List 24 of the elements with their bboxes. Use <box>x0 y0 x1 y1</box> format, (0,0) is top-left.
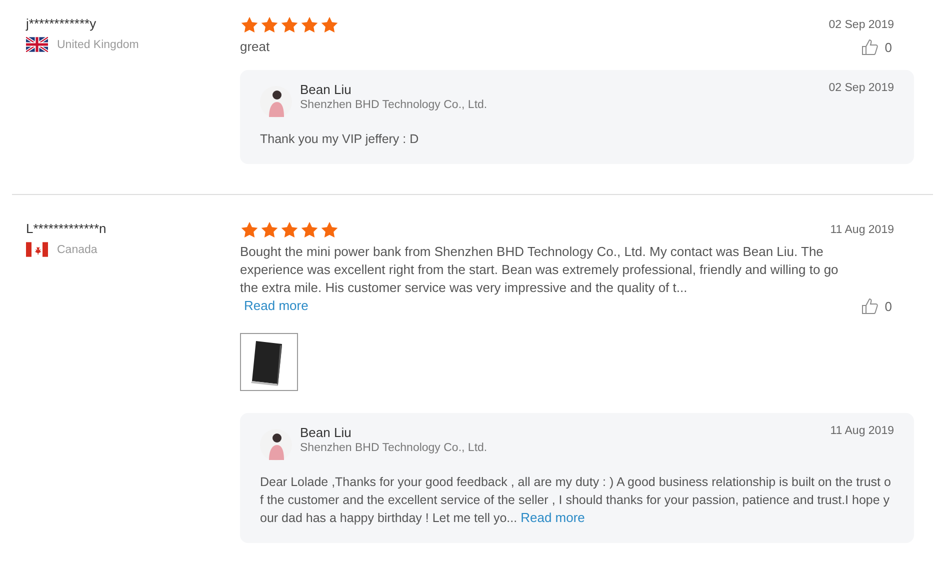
read-more-link[interactable]: Read more <box>520 510 585 525</box>
country-name: United Kingdom <box>57 38 139 50</box>
company-name: Shenzhen BHD Technology Co., Ltd. <box>300 99 488 111</box>
reviewer-name: L*************n <box>26 221 108 236</box>
reply-date: 02 Sep 2019 <box>828 82 894 94</box>
reply-text: Dear Lolade ,Thanks for your good feedback , all are my duty : ) A good business relationship is built on the trust of the customer and the excellent service of the seller , I should thanks for your passion, patience and trust.I hope your dad has a happy birthday ! Let me tell yo... Read more <box>260 474 892 527</box>
thumbs-up-icon[interactable] <box>860 297 879 315</box>
thumbs-up-icon[interactable] <box>860 38 879 56</box>
seller-name: Bean Liu <box>300 425 352 440</box>
read-more-link[interactable]: Read more <box>244 298 308 313</box>
company-name: Shenzhen BHD Technology Co., Ltd. <box>300 442 488 454</box>
reply-text: Thank you my VIP jeffery : D <box>260 131 420 148</box>
like-count: 0 <box>884 40 892 54</box>
reviewer-name: j************y <box>26 16 98 31</box>
like-count: 0 <box>884 298 892 314</box>
country-name: Canada <box>57 244 98 256</box>
seller-name: Bean Liu <box>300 82 352 97</box>
flag-icon <box>26 37 48 52</box>
flag-icon <box>26 242 48 257</box>
review-date: 11 Aug 2019 <box>830 224 894 236</box>
reply-date: 11 Aug 2019 <box>830 425 894 437</box>
review-date: 02 Sep 2019 <box>828 18 894 30</box>
review-text: great <box>240 38 271 56</box>
review-text: Bought the mini power bank from Shenzhen BHD Technology Co., Ltd. My contact was Bean Liu. The experience was excellent right from the start. Bean was extremely professional, friendly and willing to go the extra mile. His customer service was very impressive and the quality of t... <box>240 243 840 297</box>
